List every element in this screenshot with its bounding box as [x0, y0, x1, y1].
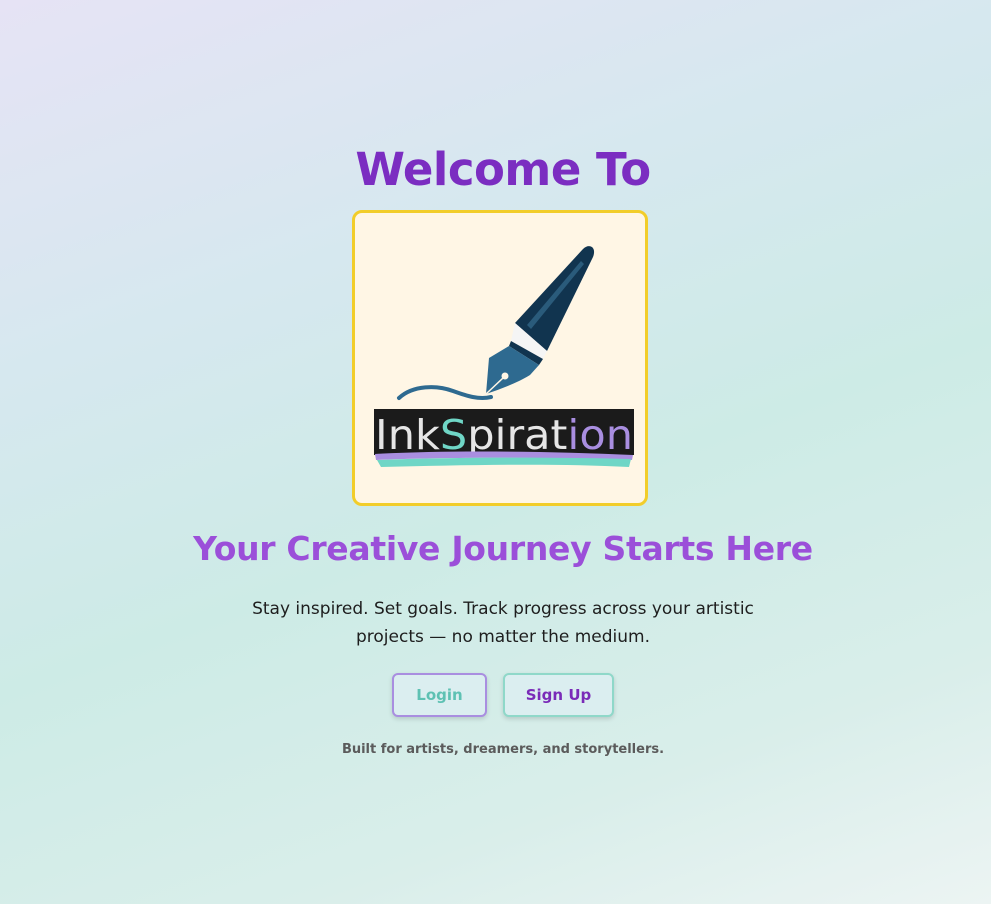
inkspiration-logo: InkSpirat ion [374, 246, 634, 467]
logo-card: InkSpirat ion [352, 210, 648, 506]
description-text: Stay inspired. Set goals. Track progress… [252, 599, 754, 647]
footer-text: Built for artists, dreamers, and storyte… [341, 742, 665, 757]
signup-button[interactable]: Sign Up [503, 673, 614, 717]
brush-stroke-teal [377, 457, 631, 467]
ink-swirl [397, 385, 493, 401]
welcome-page: Welcome To InkSpirat ion Your Creative J… [0, 0, 991, 904]
tagline-heading: Your Creative Journey Starts Here [193, 529, 813, 568]
welcome-heading: Welcome To [355, 143, 651, 196]
fountain-pen-icon [485, 246, 595, 395]
login-button[interactable]: Login [392, 673, 487, 717]
